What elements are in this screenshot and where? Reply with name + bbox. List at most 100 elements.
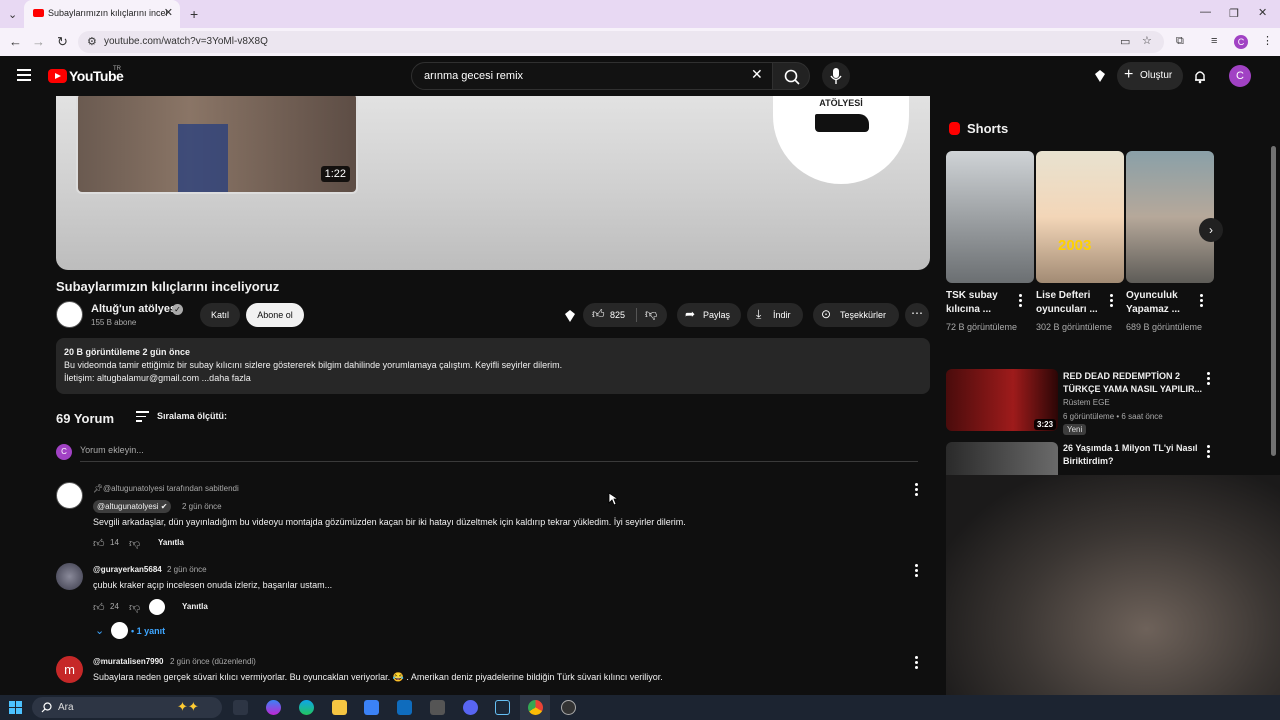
- notifications-bell-icon[interactable]: [1192, 68, 1208, 84]
- steam-icon[interactable]: [495, 700, 510, 715]
- address-bar[interactable]: ⚙ youtube.com/watch?v=3YoMl-v8X8Q ▭ ☆: [78, 31, 1164, 53]
- discord-icon[interactable]: [463, 700, 478, 715]
- create-button[interactable]: + Oluştur: [1117, 62, 1183, 90]
- site-info-icon[interactable]: ⚙: [87, 35, 97, 48]
- subscribe-button[interactable]: Abone ol: [246, 303, 304, 327]
- reply-button[interactable]: Yanıtla: [182, 602, 208, 611]
- close-tab-icon[interactable]: ✕: [164, 6, 173, 19]
- search-input[interactable]: arınma gecesi remix: [411, 62, 773, 90]
- short-thumbnail[interactable]: [946, 151, 1034, 283]
- description-contact[interactable]: İletişim: altugbalamur@gmail.com ...daha…: [64, 373, 251, 383]
- commenter-avatar[interactable]: [56, 482, 83, 509]
- copilot-icon[interactable]: [266, 700, 281, 715]
- voice-search-button[interactable]: [822, 62, 850, 90]
- restore-icon[interactable]: ❐: [1229, 7, 1239, 20]
- install-app-icon[interactable]: ▭: [1120, 35, 1130, 48]
- obs-icon[interactable]: [561, 700, 576, 715]
- like-icon[interactable]: 👍︎: [592, 307, 605, 322]
- share-button[interactable]: ➦ Paylaş: [677, 303, 741, 327]
- search-query[interactable]: arınma gecesi remix: [424, 70, 523, 82]
- taskbar-search[interactable]: Ara ✦✦: [32, 697, 222, 718]
- youtube-logo-icon[interactable]: [48, 69, 67, 83]
- bookmark-star-icon[interactable]: ☆: [1142, 34, 1152, 47]
- my-avatar: C: [56, 444, 72, 460]
- recommended-menu-icon[interactable]: [1207, 372, 1210, 387]
- end-screen-video-thumbnail[interactable]: 1:22: [76, 96, 358, 194]
- gem-icon[interactable]: [1092, 68, 1108, 84]
- chrome-icon[interactable]: [528, 700, 543, 715]
- anvil-icon: [815, 114, 869, 132]
- clear-search-icon[interactable]: ✕: [751, 66, 763, 83]
- commenter-avatar[interactable]: [56, 563, 83, 590]
- url-text[interactable]: youtube.com/watch?v=3YoMl-v8X8Q: [104, 36, 268, 47]
- more-actions-button[interactable]: ⋯: [905, 303, 929, 327]
- sort-icon[interactable]: [136, 411, 149, 425]
- forward-icon[interactable]: →: [32, 34, 45, 49]
- join-button[interactable]: Katıl: [200, 303, 240, 327]
- task-view-icon[interactable]: [233, 700, 248, 715]
- browser-tab[interactable]: Subaylarımızın kılıçlarını inceliyoruz ✕: [24, 0, 180, 28]
- minimize-icon[interactable]: —: [1200, 6, 1211, 18]
- close-window-icon[interactable]: ✕: [1258, 6, 1267, 19]
- short-thumbnail[interactable]: [1126, 151, 1214, 283]
- like-count[interactable]: 825: [610, 310, 625, 320]
- channel-logo-endcard[interactable]: ATÖLYESİ: [773, 96, 909, 184]
- back-icon[interactable]: ←: [9, 34, 22, 49]
- comment-like-icon[interactable]: 👍︎: [93, 601, 105, 614]
- edge-icon[interactable]: [299, 700, 314, 715]
- app-icon[interactable]: [430, 700, 445, 715]
- sort-button[interactable]: Sıralama ölçütü:: [157, 411, 227, 421]
- view-replies-button[interactable]: • 1 yanıt: [131, 626, 165, 636]
- short-title[interactable]: Oyunculuk Yapamaz ...: [1126, 289, 1198, 317]
- search-button[interactable]: [772, 62, 810, 90]
- comment-menu-icon[interactable]: [915, 483, 918, 498]
- dislike-icon[interactable]: 👎︎: [645, 307, 657, 322]
- recommended-channel[interactable]: Rüstem EGE: [1063, 398, 1110, 407]
- comment-menu-icon[interactable]: [915, 656, 918, 671]
- short-title[interactable]: TSK subay kılıcına ...: [946, 289, 1018, 317]
- recommended-thumbnail[interactable]: [946, 442, 1058, 475]
- windows-start-icon[interactable]: [9, 701, 22, 714]
- file-explorer-icon[interactable]: [332, 700, 347, 715]
- channel-avatar[interactable]: [56, 301, 83, 328]
- comment-author[interactable]: @gurayerkan5684: [93, 565, 162, 574]
- outlook-icon[interactable]: [397, 700, 412, 715]
- short-thumbnail[interactable]: 2003: [1036, 151, 1124, 283]
- thanks-button[interactable]: ⊙ Teşekkürler: [813, 303, 899, 327]
- short-title[interactable]: Lise Defteri oyuncuları ...: [1036, 289, 1108, 317]
- browser-menu-icon[interactable]: ⋮: [1262, 34, 1273, 47]
- comment-author[interactable]: @muratalisen7990: [93, 657, 164, 666]
- recommended-title[interactable]: RED DEAD REDEMPTİON 2 TÜRKÇE YAMA NASIL …: [1063, 370, 1203, 396]
- reply-button[interactable]: Yanıtla: [158, 538, 184, 547]
- tab-search-icon[interactable]: ⌄: [8, 8, 17, 21]
- hamburger-menu-icon[interactable]: [17, 69, 31, 81]
- short-menu-icon[interactable]: [1200, 294, 1203, 309]
- mouse-cursor-icon: [608, 492, 618, 506]
- video-player[interactable]: 1:22 ATÖLYESİ: [56, 96, 930, 270]
- store-icon[interactable]: [364, 700, 379, 715]
- page-scrollbar[interactable]: [1271, 146, 1276, 456]
- comment-like-icon[interactable]: 👍︎: [93, 537, 105, 550]
- download-button[interactable]: ⤓ İndir: [747, 303, 803, 327]
- comment-author[interactable]: @altugunatolyesi ✔: [93, 500, 172, 513]
- new-tab-icon[interactable]: +: [190, 6, 198, 22]
- short-menu-icon[interactable]: [1110, 294, 1113, 309]
- comment-menu-icon[interactable]: [915, 564, 918, 579]
- comment-dislike-icon[interactable]: 👎︎: [129, 537, 140, 550]
- short-menu-icon[interactable]: [1019, 294, 1022, 309]
- chevron-down-icon[interactable]: ⌄: [95, 624, 104, 637]
- media-control-icon[interactable]: ≡: [1211, 35, 1217, 47]
- recommended-title[interactable]: 26 Yaşımda 1 Milyon TL'yi Nasıl Biriktir…: [1063, 442, 1203, 468]
- shorts-next-button[interactable]: ›: [1199, 218, 1223, 242]
- commenter-avatar[interactable]: m: [56, 656, 83, 683]
- channel-name[interactable]: Altuğ'un atölyesi: [91, 303, 179, 315]
- description-box[interactable]: 20 B görüntüleme 2 gün önce Bu videomda …: [56, 338, 930, 394]
- recommended-menu-icon[interactable]: [1207, 445, 1210, 460]
- comment-dislike-icon[interactable]: 👎︎: [129, 601, 140, 614]
- browser-profile-avatar[interactable]: C: [1234, 35, 1248, 49]
- add-comment-input[interactable]: Yorum ekleyin...: [80, 445, 918, 462]
- extensions-icon[interactable]: ⧉: [1176, 35, 1184, 48]
- reload-icon[interactable]: ↻: [57, 34, 68, 50]
- sparkle-ask-icon[interactable]: [562, 308, 578, 324]
- account-avatar[interactable]: C: [1229, 65, 1251, 87]
